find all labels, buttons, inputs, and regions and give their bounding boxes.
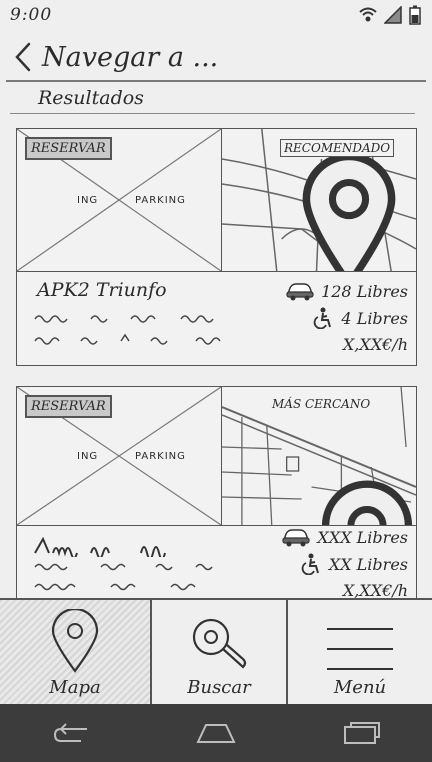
map-preview[interactable]: RECOMENDADO [222,129,416,271]
description-scribble [34,563,213,591]
wifi-icon [359,7,377,22]
location-pin-icon [321,480,413,525]
car-free-count: XXX Libres [317,527,408,547]
map-pin-icon [51,609,99,673]
app-bar: Navegar a ... [6,34,426,82]
price-per-hour: X,XX€/h [342,581,408,598]
back-icon[interactable] [51,721,91,745]
nav-label: Mapa [49,677,101,698]
car-free-count: 128 Libres [321,281,408,301]
results-heading: Resultados [38,87,144,109]
card-info: XXX Libres XX Libres X,XX€/h [17,525,416,598]
reserve-button[interactable]: RESERVAR [25,395,112,418]
home-icon[interactable] [194,722,238,744]
image-label-right: PARKING [135,451,186,462]
bike-icon [314,307,332,329]
result-card[interactable]: ING PARKING RESERVAR MÁS CERCANO XXX Lib… [16,386,417,598]
image-label-left: ING [77,451,99,462]
card-info: APK2 Triunfo 128 Libres 4 Libres X,XX€/h [17,271,416,367]
battery-icon [409,5,421,25]
parking-image-placeholder: ING PARKING RESERVAR [17,129,222,271]
price-per-hour: X,XX€/h [342,335,408,354]
reserve-button[interactable]: RESERVAR [25,137,112,160]
status-time: 9:00 [10,5,53,25]
hamburger-menu-icon [327,628,393,670]
parking-name: APK2 Triunfo [37,279,167,301]
result-card[interactable]: ING PARKING RESERVAR RECOMENDADO APK2 Tr… [16,128,417,366]
page-title: Navegar a ... [42,41,219,73]
car-availability: XXX Libres [281,527,408,547]
system-nav-bar [0,704,432,762]
parking-image-placeholder: ING PARKING RESERVAR [17,387,222,525]
nav-item-mapa[interactable]: Mapa [0,600,152,704]
nav-label: Menú [333,677,387,698]
name-scribble [34,536,166,557]
description-scribble [34,315,221,345]
bottom-nav: Mapa Buscar Menú [0,598,432,704]
bike-availability: 4 Libres [311,307,408,329]
back-button[interactable] [6,37,40,77]
divider [10,113,415,114]
bike-availability: XX Libres [299,553,408,575]
image-label-right: PARKING [135,195,186,206]
chevron-left-icon [15,42,31,72]
location-pin-icon [302,152,396,271]
bike-free-count: XX Libres [328,554,408,574]
search-icon [192,618,247,669]
signal-icon [384,6,402,24]
status-icons [358,5,422,25]
nav-item-menu[interactable]: Menú [288,600,432,704]
nearest-tag: MÁS CERCANO [268,395,375,413]
car-icon [282,529,311,547]
car-availability: 128 Libres [285,281,408,301]
status-bar: 9:00 [0,0,432,30]
results-list[interactable]: ING PARKING RESERVAR RECOMENDADO APK2 Tr… [0,120,432,598]
recommended-tag: RECOMENDADO [280,139,395,157]
recents-icon[interactable] [341,721,381,745]
car-icon [286,283,314,301]
card-media: ING PARKING RESERVAR RECOMENDADO [17,129,416,272]
bike-icon [301,553,319,575]
map-preview[interactable]: MÁS CERCANO [222,387,416,525]
bike-free-count: 4 Libres [341,308,408,328]
app-screen: 9:00 Navegar a ... Resultados ING PARKIN… [0,0,432,762]
card-media: ING PARKING RESERVAR MÁS CERCANO [17,387,416,526]
nav-item-buscar[interactable]: Buscar [152,600,288,704]
image-label-left: ING [77,195,99,206]
nav-label: Buscar [187,677,251,698]
